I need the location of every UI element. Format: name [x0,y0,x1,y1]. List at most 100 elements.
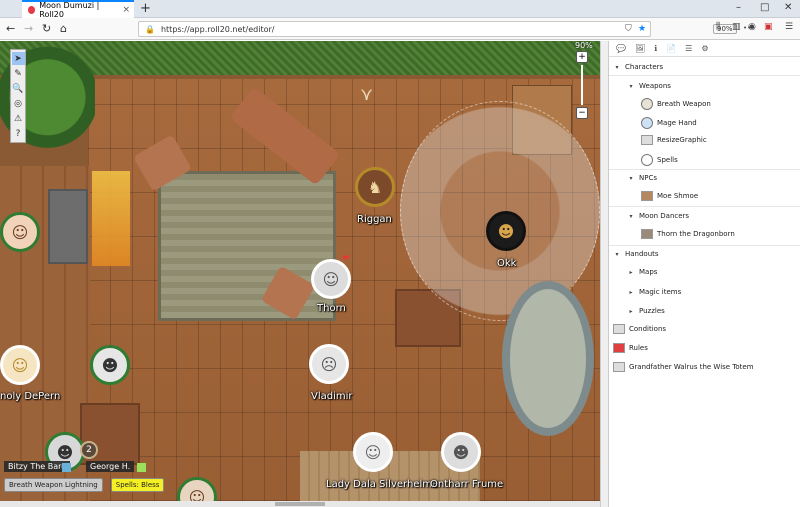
zoom-out-button[interactable]: − [576,107,588,119]
zoom-control: + − [574,51,590,131]
list-tab-icon[interactable]: ☰ [685,44,692,53]
macro-bar: Breath Weapon Lightning Spells: Bless [4,478,165,492]
resize-graphic-icon [641,135,653,145]
folder-puzzles[interactable]: ▸ Puzzles [609,307,800,315]
folder-label: Moon Dancers [639,212,690,220]
journal-item-moe-shmoe[interactable]: Moe Shmoe [609,191,800,201]
folder-label: Maps [639,268,658,276]
token-lady-dala[interactable]: ☺ [353,432,393,472]
item-label: Breath Weapon [657,100,711,108]
zoom-slider[interactable] [581,65,583,105]
fireplace [48,189,88,264]
macro-button[interactable]: Breath Weapon Lightning [4,478,103,492]
forward-button[interactable]: → [24,22,33,35]
sidebar-icon[interactable]: ▥ [732,22,741,32]
library-icon[interactable]: ⫼ [716,22,720,32]
item-label: Conditions [629,325,667,333]
close-window-button[interactable]: ✕ [784,2,792,13]
journal-item-resize-graphic[interactable]: ResizeGraphic [609,135,800,145]
journal-item-spells[interactable]: Spells [609,154,800,166]
maximize-button[interactable]: □ [760,2,769,13]
browser-tab[interactable]: Moon Dumuzi | Roll20 × [22,0,134,19]
item-label: ResizeGraphic [657,136,707,144]
folder-weapons[interactable]: ▾ Weapons [609,82,800,90]
token-ontharr[interactable]: ☻ [441,432,481,472]
lock-icon: 🔒 [145,24,155,34]
caret-open-icon: ▾ [629,212,633,220]
journal-item-rules[interactable]: Rules [609,343,800,353]
handout-icon [613,362,625,372]
token-label-ontharr: Ontharr Frume [430,479,504,490]
fire [92,171,130,266]
vertical-scrollbar[interactable] [600,41,608,507]
minimize-button[interactable]: – [736,2,741,13]
back-button[interactable]: ← [6,22,15,35]
token-label-okk: Okk [497,258,517,269]
horizontal-scrollbar[interactable] [0,501,600,507]
tab-close-icon[interactable]: × [122,5,130,15]
help-tool-icon[interactable]: ? [12,127,25,140]
home-button[interactable]: ⌂ [60,22,67,35]
select-tool-icon[interactable]: ➤ [11,52,25,65]
folder-handouts[interactable]: ▾ Handouts [609,250,800,258]
token-thorn[interactable]: ☺ [311,259,351,299]
url-bar[interactable]: 🔒 https://app.roll20.net/editor/ 90% •••… [138,21,755,37]
menu-icon[interactable]: ☰ [785,22,793,32]
folder-npcs[interactable]: ▾ NPCs [609,174,800,182]
account-icon[interactable]: ◉ [748,22,756,32]
new-tab-button[interactable]: + [140,1,151,16]
scroll-thumb[interactable] [275,502,325,506]
folder-label: Weapons [639,82,671,90]
fog-tool-icon[interactable]: ⚠ [12,112,25,125]
token-riggan[interactable]: ♞ [355,167,395,207]
caret-open-icon: ▾ [629,82,633,90]
measure-tool-icon[interactable]: ◎ [12,97,25,110]
settings-tab-icon[interactable]: ⚙ [701,44,708,53]
browser-tab-bar: Moon Dumuzi | Roll20 × + – □ ✕ [0,0,800,19]
token-player-mid[interactable]: ☻ [90,345,130,385]
url-text: https://app.roll20.net/editor/ [160,24,275,34]
folder-maps[interactable]: ▸ Maps [609,268,800,276]
macro-button[interactable]: Spells: Bless [110,478,165,492]
token-noly[interactable]: ☺ [0,345,40,385]
journal-item-conditions[interactable]: Conditions [609,324,800,334]
character-avatar-icon [641,98,653,110]
player-name[interactable]: Bitzy The Bard [4,461,71,472]
handout-icon [613,324,625,334]
journal-item-mage-hand[interactable]: Mage Hand [609,117,800,129]
extension-icon[interactable]: ▣ [764,22,773,32]
map-canvas[interactable]: ⋎ ♞ Riggan ☻ Okk ☺ ❤ Thorn ☹ Vladimir ☺ … [0,41,600,501]
folder-label: Magic items [639,288,682,296]
token-label-lady-dala: Lady Dala Silverhelme [326,479,439,490]
character-avatar-icon [641,191,653,201]
folder-characters[interactable]: ▾ Characters [609,63,800,71]
zoom-in-button[interactable]: + [576,51,588,63]
token-vladimir[interactable]: ☹ [309,344,349,384]
draw-tool-icon[interactable]: ✎ [12,67,25,80]
journal-item-thorn[interactable]: Thorn the Dragonborn [609,229,800,239]
folder-magic-items[interactable]: ▸ Magic items [609,288,800,296]
info-tab-icon[interactable]: ℹ [654,44,657,53]
token-label-vladimir: Vladimir [311,391,353,402]
journal-tab-icon[interactable]: 📄 [666,44,676,53]
item-label: Rules [629,344,648,352]
folder-label: NPCs [639,174,657,182]
chat-tab-icon[interactable]: 💬 [616,44,626,53]
folder-moon-dancers[interactable]: ▾ Moon Dancers [609,212,800,220]
journal-item-grandfather-walrus[interactable]: Grandfather Walrus the Wise Totem [609,362,800,372]
item-label: Moe Shmoe [657,192,699,200]
crosshair-icon [641,154,653,166]
reload-button[interactable]: ↻ [42,22,51,35]
caret-closed-icon: ▸ [629,288,633,296]
player-name[interactable]: George H. [86,461,135,472]
zoom-tool-icon[interactable]: 🔍 [12,82,25,95]
map-zoom-label: 90% [575,41,593,50]
art-library-tab-icon[interactable]: 🖼 [635,44,645,53]
token-okk[interactable]: ☻ [486,211,526,251]
pocket-icon[interactable]: ⛉ [625,24,632,34]
folder-label: Puzzles [639,307,665,315]
token-player-left[interactable]: ☺ [0,212,40,252]
journal-item-breath-weapon[interactable]: Breath Weapon [609,98,800,110]
bookmark-star-icon[interactable]: ★ [638,24,646,34]
antler-trophy-icon: ⋎ [360,84,374,105]
